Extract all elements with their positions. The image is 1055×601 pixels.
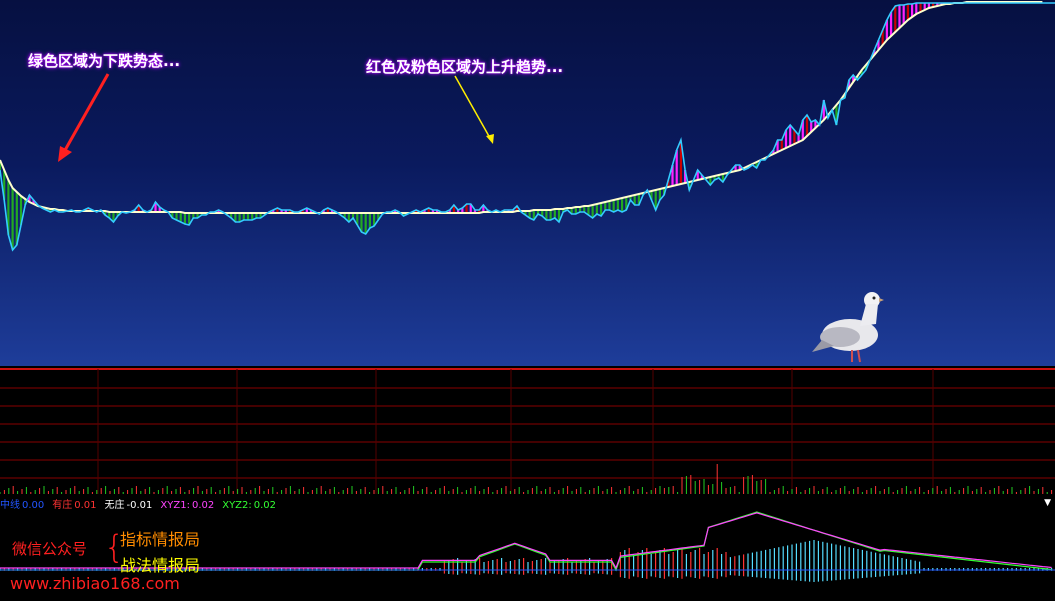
watermark-line2: 战法情报局 bbox=[120, 556, 201, 575]
indicator-panel: 中线 0.00 有庄 0.01 无庄 -0.01 XYZ1: 0.02 XYZ2: 0.02 ▼ … bbox=[0, 494, 1055, 601]
volume-panel bbox=[0, 366, 1055, 494]
pigeon-leg bbox=[857, 349, 861, 363]
main-price-panel: 绿色区域为下跌势态... 红色及粉色区域为上升趋势... bbox=[0, 0, 1055, 366]
watermark-line1: 指标情报局 bbox=[120, 530, 201, 549]
pigeon-beak bbox=[879, 298, 884, 302]
pigeon-image bbox=[812, 292, 884, 363]
pigeon-neck bbox=[860, 304, 878, 326]
pigeon-eye bbox=[872, 296, 876, 300]
watermark-wechat: 微信公众号 bbox=[12, 540, 88, 558]
volume-chart bbox=[0, 368, 1055, 494]
watermark-url: www.zhibiao168.com bbox=[10, 574, 180, 593]
